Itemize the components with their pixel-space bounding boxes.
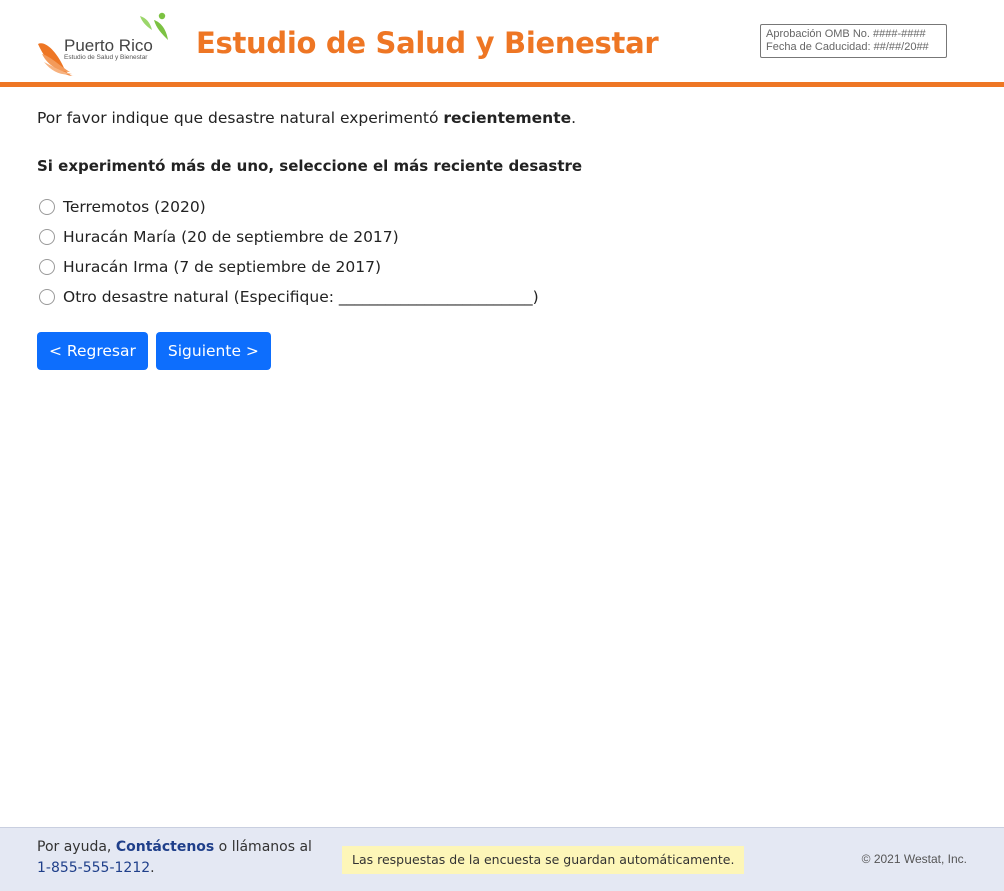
option-label: Huracán María (20 de septiembre de 2017) — [63, 228, 399, 246]
survey-question: Por favor indique que desastre natural e… — [37, 106, 967, 370]
option-label: Terremotos (2020) — [63, 198, 206, 216]
site-footer: Por ayuda, Contáctenos o llámanos al 1-8… — [0, 827, 1004, 891]
question-text: Por favor indique que desastre natural e… — [37, 109, 577, 127]
option-label: Otro desastre natural (Especifique: ____… — [63, 288, 539, 306]
next-button[interactable]: Siguiente > — [155, 332, 271, 370]
option-huracan-irma[interactable]: Huracán Irma (7 de septiembre de 2017) — [37, 252, 967, 282]
question-emphasis: recientemente — [443, 109, 572, 127]
site-header: Puerto Rico Estudio de Salud y Bienestar… — [0, 0, 1004, 87]
phone-link[interactable]: 1-855-555-1212 — [37, 860, 150, 876]
expiration-date: Fecha de Caducidad: ##/##/20## — [766, 41, 929, 53]
question-instruction: Si experimentó más de uno, seleccione el… — [37, 157, 583, 175]
answer-options: Terremotos (2020) Huracán María (20 de s… — [37, 192, 967, 312]
help-text: Por ayuda, Contáctenos o llámanos al 1-8… — [37, 839, 312, 876]
site-title: Estudio de Salud y Bienestar — [196, 26, 659, 60]
logo-subtext: Estudio de Salud y Bienestar — [64, 54, 148, 61]
autosave-notice: Las respuestas de la encuesta se guardan… — [342, 846, 745, 874]
copyright: © 2021 Westat, Inc. — [861, 852, 967, 866]
navigation-buttons: < Regresar Siguiente > — [37, 332, 967, 370]
puerto-rico-logo: Puerto Rico Estudio de Salud y Bienestar — [36, 10, 176, 78]
omb-approval-box: Aprobación OMB No. ####-#### Fecha de Ca… — [760, 24, 947, 58]
contact-link[interactable]: Contáctenos — [116, 839, 214, 855]
back-button[interactable]: < Regresar — [37, 332, 148, 370]
omb-number: Aprobación OMB No. ####-#### — [766, 28, 926, 40]
radio-button[interactable] — [39, 289, 55, 305]
option-otro-desastre[interactable]: Otro desastre natural (Especifique: ____… — [37, 282, 967, 312]
radio-button[interactable] — [39, 259, 55, 275]
option-huracan-maria[interactable]: Huracán María (20 de septiembre de 2017) — [37, 222, 967, 252]
logo-text: Puerto Rico — [64, 36, 153, 55]
radio-button[interactable] — [39, 229, 55, 245]
option-terremotos[interactable]: Terremotos (2020) — [37, 192, 967, 222]
option-label: Huracán Irma (7 de septiembre de 2017) — [63, 258, 382, 276]
radio-button[interactable] — [39, 199, 55, 215]
